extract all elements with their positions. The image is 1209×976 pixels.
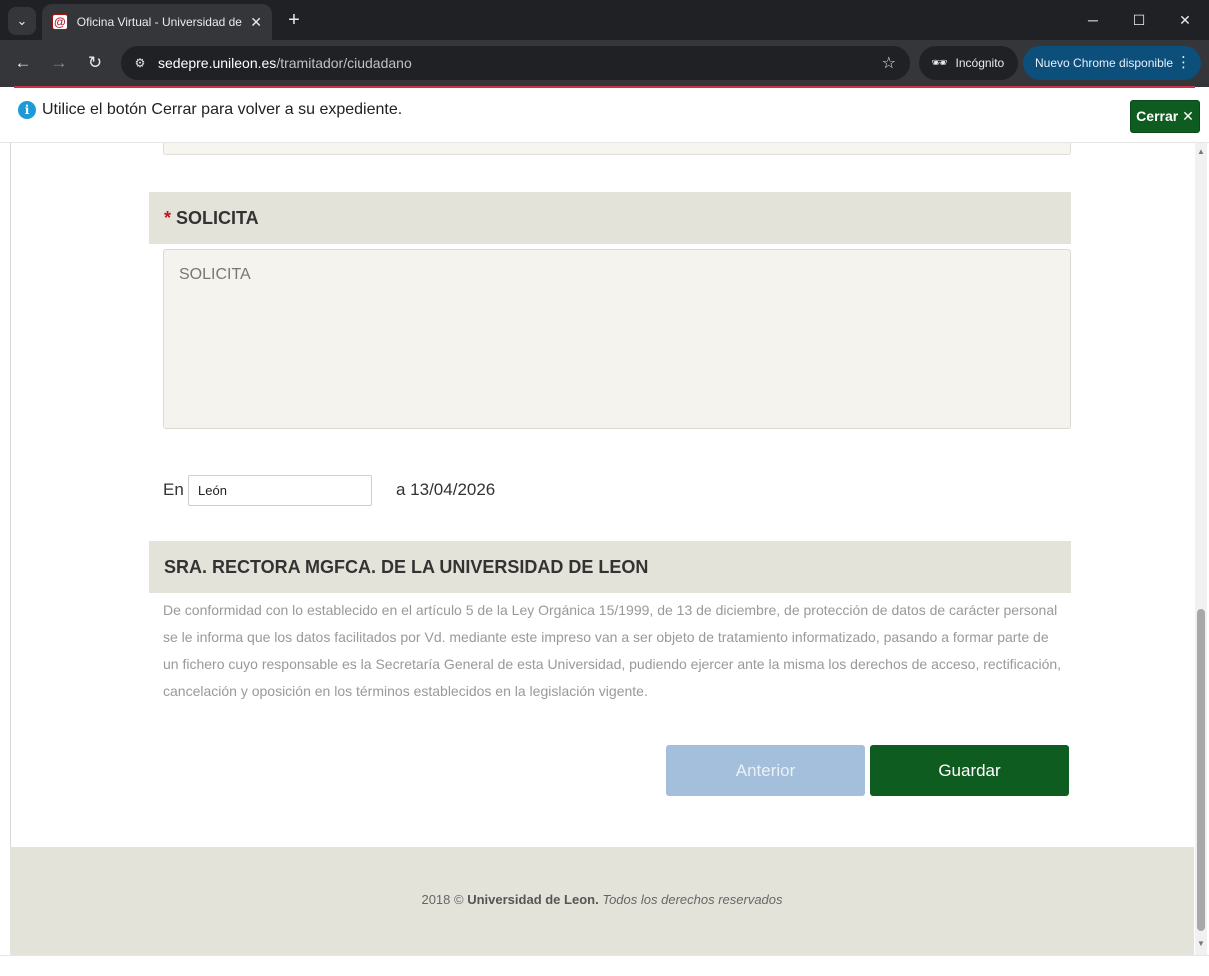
url-text[interactable]: sedepre.unileon.es/tramitador/ciudadano [158,55,412,71]
tab-bar: ⌄ @ Oficina Virtual - Universidad de Leó… [0,0,1209,40]
back-arrow-icon[interactable]: ← [11,51,35,75]
url-host: sedepre.unileon.es [158,55,277,71]
bookmark-star-icon[interactable]: ☆ [882,53,896,73]
window-minimize-icon[interactable]: ─ [1070,6,1116,34]
reload-icon[interactable]: ↻ [83,51,107,75]
window-close-icon[interactable]: ✕ [1162,6,1208,34]
page-scrollbar[interactable]: ▲ ▼ [1195,143,1207,955]
tab-search-chevron-icon[interactable]: ⌄ [8,7,36,35]
solicita-section-header: * SOLICITA [149,192,1071,244]
update-label: Nuevo Chrome disponible [1035,56,1174,70]
address-bar[interactable]: ⚙ sedepre.unileon.es/tramitador/ciudadan… [121,46,910,80]
save-button[interactable]: Guardar [870,745,1069,796]
solicita-textarea[interactable]: SOLICITA [163,249,1071,429]
incognito-label: Incógnito [955,56,1005,70]
incognito-indicator[interactable]: 🕶 Incógnito [919,46,1018,80]
browser-chrome: ⌄ @ Oficina Virtual - Universidad de Leó… [0,0,1209,87]
footer-rights: Todos los derechos reservados [602,892,783,907]
footer-copyright: 2018 © Universidad de Leon. Todos los de… [10,892,1194,907]
form-content: * SOLICITA SOLICITA En León a 13/04/2026… [10,143,1194,847]
new-tab-plus-icon[interactable]: + [282,8,306,32]
more-menu-icon[interactable]: ⋮ [1176,53,1191,71]
previous-field-edge [163,143,1071,155]
date-text: a 13/04/2026 [396,480,496,499]
footer-year: 2018 © [421,892,464,907]
data-protection-text: De conformidad con lo establecido en el … [163,602,1062,699]
tab-title: Oficina Virtual - Universidad de León [76,15,242,29]
recipient-title: SRA. RECTORA MGFCA. DE LA UNIVERSIDAD DE… [164,556,649,577]
required-mark: * [164,207,172,228]
browser-toolbar: ← → ↻ ⚙ sedepre.unileon.es/tramitador/ci… [0,40,1209,87]
forward-arrow-icon[interactable]: → [47,51,71,75]
previous-button[interactable]: Anterior [666,745,865,796]
at-sign-favicon-icon: @ [52,14,68,30]
en-label: En [163,480,184,499]
scroll-thumb[interactable] [1197,609,1205,931]
url-path: /tramitador/ciudadano [276,55,412,71]
scroll-down-arrow-icon[interactable]: ▼ [1195,939,1207,949]
info-icon: i [18,101,36,119]
notice-bar: i Utilice el botón Cerrar para volver a … [0,88,1209,143]
recipient-section-header: SRA. RECTORA MGFCA. DE LA UNIVERSIDAD DE… [149,541,1071,593]
site-settings-icon[interactable]: ⚙ [130,53,150,73]
footer-org: Universidad de Leon. [467,892,599,907]
location-input[interactable]: León [188,475,372,506]
scroll-up-arrow-icon[interactable]: ▲ [1195,147,1207,157]
window-maximize-icon[interactable]: ☐ [1116,6,1162,34]
tab-close-icon[interactable]: ✕ [250,14,262,31]
chrome-update-button[interactable]: Nuevo Chrome disponible ⋮ [1023,46,1201,80]
notice-text: Utilice el botón Cerrar para volver a su… [42,101,403,118]
incognito-icon: 🕶 [931,55,948,70]
browser-tab-active[interactable]: @ Oficina Virtual - Universidad de León … [42,4,272,40]
close-button[interactable]: Cerrar ✕ [1130,100,1200,133]
page-footer: 2018 © Universidad de Leon. Todos los de… [10,847,1194,955]
solicita-title: SOLICITA [176,207,259,228]
window-bottom-edge [0,955,1209,976]
